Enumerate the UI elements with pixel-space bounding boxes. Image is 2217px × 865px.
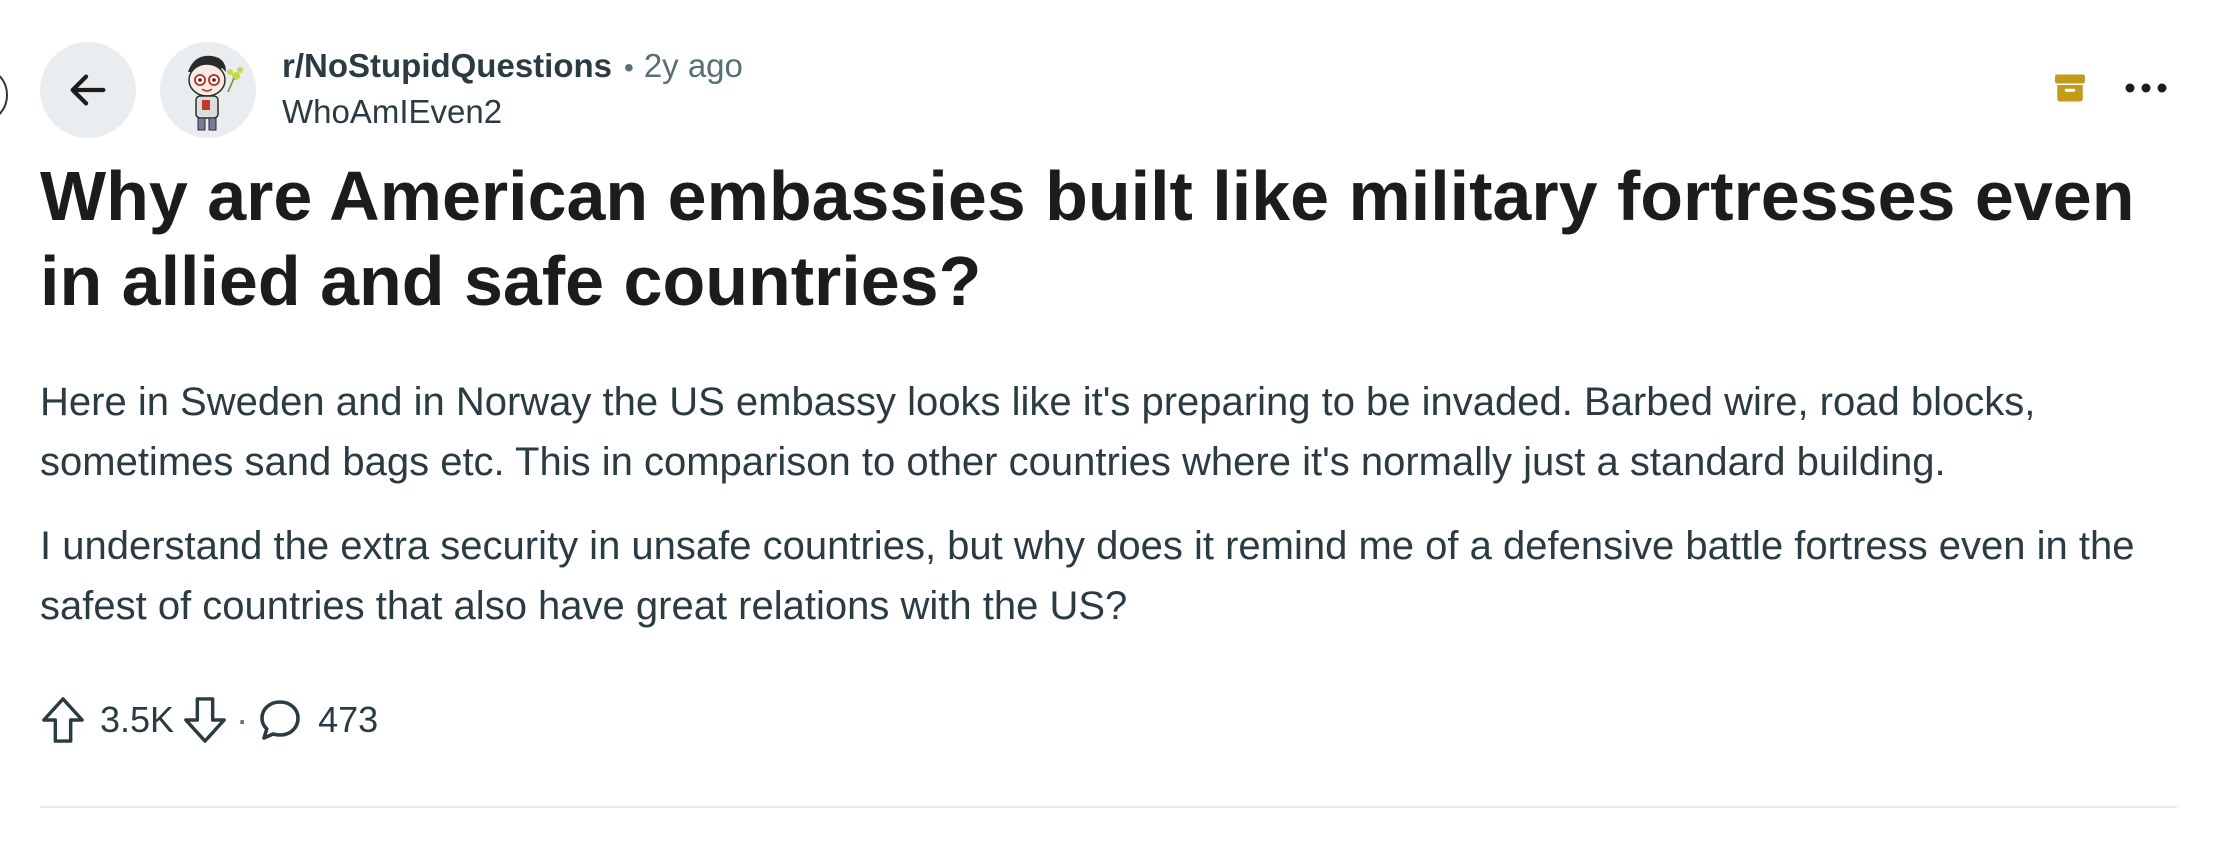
user-avatar[interactable] <box>160 42 256 138</box>
comment-bubble-icon <box>260 700 300 740</box>
post-paragraph: I understand the extra security in unsaf… <box>40 524 2135 628</box>
divider <box>40 806 2177 808</box>
subreddit-link[interactable]: r/NoStupidQuestions <box>282 44 612 88</box>
more-options-button[interactable] <box>2116 66 2176 110</box>
downvote-button[interactable] <box>182 695 228 745</box>
upvote-button[interactable] <box>40 695 86 745</box>
more-horizontal-icon <box>2125 83 2167 93</box>
post-actions-bar: 3.5K · 473 <box>40 690 378 750</box>
avatar-figure-icon <box>160 42 256 138</box>
author-link[interactable]: WhoAmIEven2 <box>282 90 743 134</box>
actions-separator: · <box>236 699 249 740</box>
post-page: r/NoStupidQuestions • 2y ago WhoAmIEven2… <box>0 0 2217 865</box>
meta-separator: • <box>624 52 634 83</box>
post-title: Why are American embassies built like mi… <box>40 157 2135 320</box>
downvote-arrow-icon <box>184 697 226 743</box>
arrow-left-icon <box>70 74 106 106</box>
back-button[interactable] <box>40 42 136 138</box>
upvote-arrow-icon <box>42 697 84 743</box>
comment-count: 473 <box>318 699 379 740</box>
post-age: 2y ago <box>643 47 743 84</box>
post-meta: r/NoStupidQuestions • 2y ago WhoAmIEven2 <box>282 44 743 140</box>
partial-circle-button[interactable] <box>0 66 8 124</box>
post-paragraph: Here in Sweden and in Norway the US emba… <box>40 380 2036 484</box>
meta-line: r/NoStupidQuestions • 2y ago <box>282 44 743 90</box>
archive-icon <box>2055 74 2085 102</box>
vote-score: 3.5K <box>100 699 175 740</box>
comments-button[interactable]: 473 <box>256 696 378 744</box>
post-body: Here in Sweden and in Norway the US emba… <box>40 372 2200 660</box>
